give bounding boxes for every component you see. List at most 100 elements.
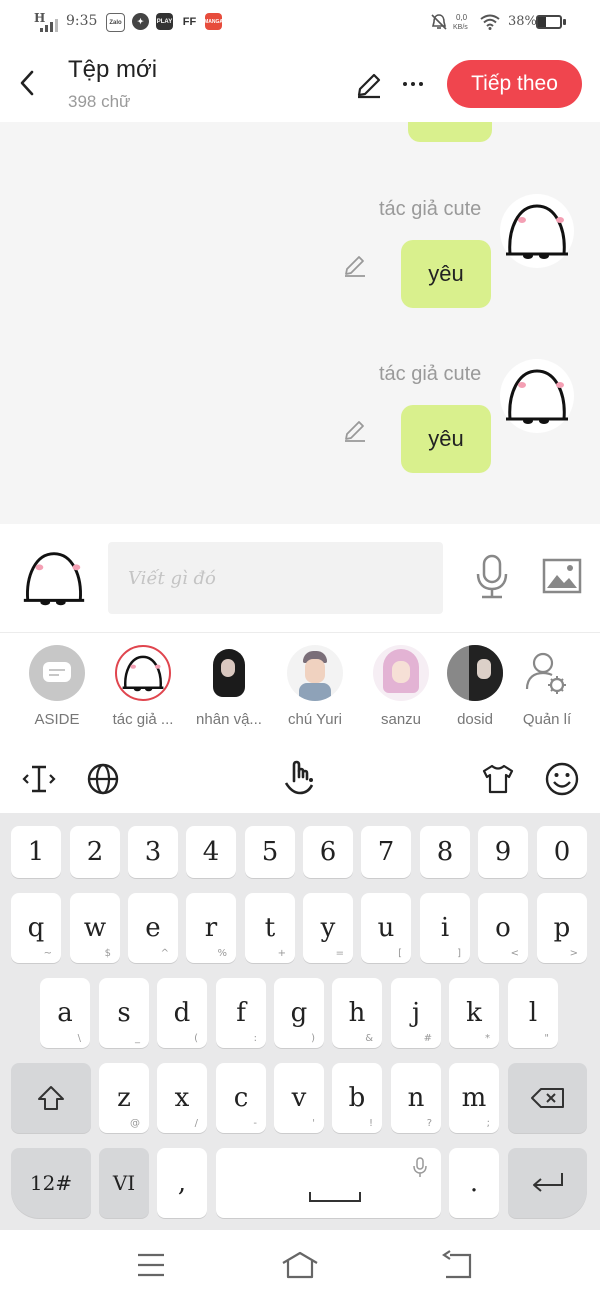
comma-key[interactable]: , (157, 1148, 207, 1218)
blob-character-icon (506, 369, 568, 424)
message-bubble-partial[interactable] (408, 122, 492, 142)
key-b[interactable]: b! (332, 1063, 382, 1133)
key-z[interactable]: z @ (99, 1063, 149, 1133)
key-q[interactable]: q ~ (11, 893, 61, 963)
manga-app-icon: MANGA (204, 13, 223, 30)
key-0[interactable]: 0 (537, 826, 587, 878)
user-settings-icon (525, 652, 566, 694)
key-4[interactable]: 4 (186, 826, 236, 878)
key-w[interactable]: w $ (70, 893, 120, 963)
more-options-icon[interactable] (400, 74, 428, 94)
key-7[interactable]: 7 (361, 826, 411, 878)
key-m[interactable]: m; (449, 1063, 499, 1133)
message-author: tác giả cute (379, 363, 482, 385)
key-3[interactable]: 3 (128, 826, 178, 878)
key-h[interactable]: h & (332, 978, 382, 1048)
language-key[interactable]: VI (99, 1148, 149, 1218)
key-v[interactable]: v ' (274, 1063, 324, 1133)
symbols-key[interactable]: 12# (11, 1148, 91, 1218)
key-f[interactable]: f: (216, 978, 266, 1048)
back-arrow-icon[interactable] (14, 68, 40, 98)
key-c[interactable]: c- (216, 1063, 266, 1133)
ff-app-icon: FF (182, 15, 197, 28)
key-t[interactable]: t + (245, 893, 295, 963)
message-input[interactable] (108, 542, 443, 614)
edit-pencil-icon[interactable] (354, 70, 384, 100)
manage-characters-button[interactable]: Quản lí (510, 645, 584, 728)
character-sanzu[interactable]: sanzu (364, 645, 438, 728)
network-speed-value: 0,0 (456, 13, 468, 22)
chat-area[interactable]: tác giả cute yêu tác giả cute yêu (0, 122, 600, 524)
key-p[interactable]: p > (537, 893, 587, 963)
key-e[interactable]: e ^ (128, 893, 178, 963)
back-nav-icon[interactable] (440, 1250, 474, 1280)
theme-shirt-icon[interactable] (480, 763, 516, 795)
cursor-move-icon[interactable] (22, 763, 56, 795)
key-1[interactable]: 1 (11, 826, 61, 878)
network-speed-unit: KB/s (453, 24, 468, 31)
next-button[interactable]: Tiếp theo (447, 60, 582, 108)
author-avatar[interactable] (500, 359, 574, 433)
character-label: chú Yuri (288, 711, 342, 728)
character-yuri[interactable]: chú Yuri (278, 645, 352, 728)
key-8[interactable]: 8 (420, 826, 470, 878)
edit-message-icon[interactable] (342, 418, 368, 444)
header: Tệp mới 398 chữ Tiếp theo (0, 46, 600, 122)
key-2[interactable]: 2 (70, 826, 120, 878)
backspace-key[interactable] (508, 1063, 587, 1133)
gesture-hand-icon[interactable] (282, 759, 318, 797)
key-s[interactable]: s _ (99, 978, 149, 1048)
battery-icon (536, 15, 562, 29)
key-k[interactable]: k * (449, 978, 499, 1048)
key-5[interactable]: 5 (245, 826, 295, 878)
space-key[interactable] (216, 1148, 441, 1218)
message-bubble[interactable]: yêu (401, 240, 491, 308)
globe-icon[interactable] (86, 762, 120, 796)
shift-key[interactable] (11, 1063, 91, 1133)
clock: 9:35 (66, 13, 98, 29)
status-bar: H 9:35 Zalo ✦ PLAY FF MANGA 0,0 KB/s 38% (0, 0, 600, 46)
edit-message-icon[interactable] (342, 253, 368, 279)
blob-character-icon (122, 655, 164, 692)
character-aside[interactable]: ASIDE (20, 645, 94, 728)
key-x[interactable]: x / (157, 1063, 207, 1133)
emoji-icon[interactable] (544, 761, 580, 797)
character-label: Quản lí (522, 711, 572, 728)
home-icon[interactable] (280, 1250, 320, 1280)
key-d[interactable]: d( (157, 978, 207, 1048)
bell-muted-icon (431, 14, 447, 30)
messenger-app-icon: ✦ (132, 13, 149, 30)
current-character-avatar[interactable] (18, 542, 90, 614)
key-r[interactable]: r% (186, 893, 236, 963)
key-o[interactable]: o < (478, 893, 528, 963)
image-icon[interactable] (542, 558, 582, 594)
voice-input-icon (413, 1157, 427, 1177)
character-label: sanzu (380, 711, 422, 728)
character-3[interactable]: nhân vậ... (192, 645, 266, 728)
author-avatar[interactable] (500, 194, 574, 268)
character-label: tác giả ... (112, 711, 174, 728)
menu-icon[interactable] (136, 1252, 166, 1278)
enter-arrow-icon (532, 1173, 563, 1192)
key-g[interactable]: g) (274, 978, 324, 1048)
signal-bars-icon (40, 19, 58, 32)
key-l[interactable]: l " (508, 978, 558, 1048)
enter-key[interactable] (508, 1148, 587, 1218)
key-n[interactable]: n? (391, 1063, 441, 1133)
composer (0, 524, 600, 633)
message-bubble[interactable]: yêu (401, 405, 491, 473)
character-author[interactable]: tác giả ... (106, 645, 180, 728)
key-i[interactable]: i] (420, 893, 470, 963)
key-u[interactable]: u[ (361, 893, 411, 963)
key-a[interactable]: a \ (40, 978, 90, 1048)
shift-arrow-icon (38, 1086, 64, 1110)
microphone-icon[interactable] (474, 554, 510, 600)
period-key[interactable]: . (449, 1148, 499, 1218)
key-y[interactable]: y = (303, 893, 353, 963)
character-dosid[interactable]: dosid (438, 645, 512, 728)
key-9[interactable]: 9 (478, 826, 528, 878)
key-6[interactable]: 6 (303, 826, 353, 878)
wifi-icon (480, 14, 500, 30)
character-bar: ASIDE tác giả ... nhân vậ... chú Yuri sa… (0, 633, 600, 743)
key-j[interactable]: j # (391, 978, 441, 1048)
